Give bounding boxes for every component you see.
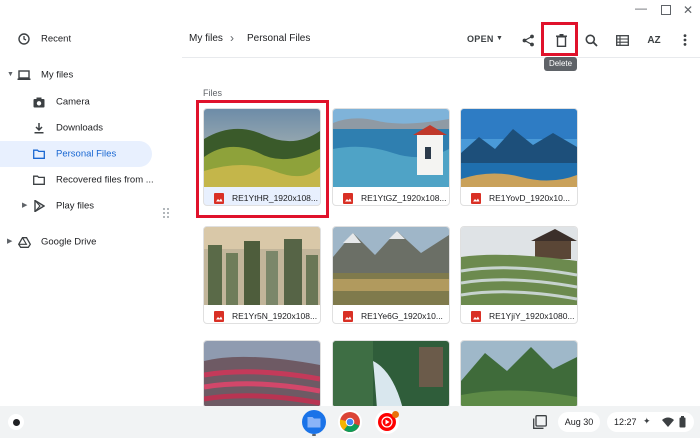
sidebar-item-play-files[interactable]: ▶ Play files bbox=[0, 193, 160, 219]
close-button[interactable]: ✕ bbox=[680, 2, 696, 18]
image-thumbnail bbox=[461, 227, 577, 305]
battery-icon bbox=[679, 416, 686, 428]
file-tile[interactable] bbox=[332, 340, 450, 408]
image-thumbnail bbox=[204, 341, 320, 407]
wifi-icon bbox=[662, 417, 674, 427]
laptop-icon bbox=[17, 68, 31, 82]
delete-tooltip: Delete bbox=[544, 57, 577, 71]
sidebar-item-label: Recovered files from ... bbox=[56, 174, 154, 186]
sidebar-item-my-files[interactable]: ▼ My files bbox=[0, 62, 160, 88]
sidebar: Recent ▼ My files Camera Downloads Perso… bbox=[0, 22, 160, 406]
folder-icon bbox=[32, 173, 46, 187]
search-icon[interactable] bbox=[580, 29, 602, 51]
sidebar-item-google-drive[interactable]: ▶ Google Drive bbox=[0, 229, 160, 255]
list-view-icon[interactable] bbox=[611, 29, 633, 51]
file-tile[interactable] bbox=[460, 340, 578, 408]
image-file-icon bbox=[343, 193, 353, 204]
image-thumbnail bbox=[333, 341, 449, 407]
image-file-icon bbox=[471, 193, 481, 204]
date-tray[interactable]: Aug 30 bbox=[558, 412, 600, 432]
toolbar: My files › Personal Files OPEN ▼ AZ bbox=[182, 22, 700, 58]
play-store-icon bbox=[32, 199, 46, 213]
image-file-icon bbox=[471, 311, 481, 322]
image-thumbnail bbox=[333, 227, 449, 305]
sidebar-item-label: Play files bbox=[56, 200, 95, 212]
file-name: RE1Yr5N_1920x108... bbox=[232, 311, 318, 321]
image-file-icon bbox=[214, 311, 224, 322]
sidebar-item-label: Recent bbox=[41, 33, 72, 45]
sidebar-item-label: Downloads bbox=[56, 122, 103, 134]
image-thumbnail bbox=[333, 109, 449, 187]
status-tray[interactable]: 12:27 ✦ bbox=[607, 412, 694, 432]
folder-icon bbox=[32, 147, 46, 161]
image-file-icon bbox=[343, 311, 353, 322]
files-section-label: Files bbox=[203, 88, 223, 98]
breadcrumb-my-files[interactable]: My files bbox=[189, 33, 223, 44]
file-tile[interactable]: RE1YovD_1920x10... bbox=[460, 108, 578, 206]
running-indicator bbox=[312, 434, 316, 436]
sidebar-item-label: Personal Files bbox=[56, 148, 117, 160]
minimize-button[interactable]: — bbox=[633, 0, 649, 16]
notification-badge bbox=[392, 411, 399, 418]
sidebar-item-recovered-files[interactable]: Recovered files from ... bbox=[0, 167, 160, 193]
file-tile[interactable]: RE1YtGZ_1920x108... bbox=[332, 108, 450, 206]
share-icon[interactable] bbox=[517, 29, 539, 51]
sidebar-item-label: Google Drive bbox=[41, 236, 97, 248]
clock-icon bbox=[17, 32, 31, 46]
screen-capture-icon[interactable] bbox=[530, 412, 550, 432]
clock-time: 12:27 bbox=[614, 417, 637, 427]
expanded-arrow-icon[interactable]: ▼ bbox=[7, 71, 15, 79]
breadcrumb-separator: › bbox=[230, 31, 234, 45]
sparkle-icon: ✦ bbox=[643, 416, 651, 426]
sort-button[interactable]: AZ bbox=[643, 29, 665, 51]
google-drive-icon bbox=[17, 235, 31, 249]
file-name: RE1YtGZ_1920x108... bbox=[361, 193, 447, 203]
file-tile[interactable]: RE1YjiY_1920x1080... bbox=[460, 226, 578, 324]
image-thumbnail bbox=[461, 341, 577, 407]
file-tile[interactable] bbox=[203, 340, 321, 408]
open-dropdown-icon[interactable]: ▼ bbox=[496, 35, 503, 42]
sidebar-resize-handle[interactable] bbox=[163, 208, 169, 220]
sidebar-item-label: Camera bbox=[56, 96, 90, 108]
file-tile[interactable]: RE1Yr5N_1920x108... bbox=[203, 226, 321, 324]
sidebar-item-personal-files[interactable]: Personal Files bbox=[0, 141, 152, 167]
maximize-button[interactable] bbox=[658, 2, 674, 18]
more-options-icon[interactable] bbox=[674, 29, 696, 51]
file-name: RE1YovD_1920x10... bbox=[489, 193, 570, 203]
shelf: Aug 30 12:27 ✦ bbox=[0, 406, 700, 438]
selection-highlight-box bbox=[196, 100, 329, 218]
launcher-button[interactable] bbox=[8, 414, 24, 430]
collapsed-arrow-icon[interactable]: ▶ bbox=[22, 202, 30, 210]
chrome-icon[interactable] bbox=[338, 410, 362, 434]
sidebar-item-downloads[interactable]: Downloads bbox=[0, 115, 160, 141]
collapsed-arrow-icon[interactable]: ▶ bbox=[7, 238, 15, 246]
delete-highlight-box bbox=[541, 22, 578, 56]
sidebar-item-label: My files bbox=[41, 69, 74, 81]
files-app-icon[interactable] bbox=[302, 410, 326, 434]
file-name: RE1YjiY_1920x1080... bbox=[489, 311, 575, 321]
title-bar: — ✕ bbox=[0, 0, 700, 22]
download-icon bbox=[32, 121, 46, 135]
image-thumbnail bbox=[204, 227, 320, 305]
file-tile[interactable]: RE1Ye6G_1920x10... bbox=[332, 226, 450, 324]
sidebar-item-recent[interactable]: Recent bbox=[0, 26, 160, 52]
file-name: RE1Ye6G_1920x10... bbox=[361, 311, 443, 321]
open-button[interactable]: OPEN bbox=[467, 34, 494, 44]
image-thumbnail bbox=[461, 109, 577, 187]
sidebar-item-camera[interactable]: Camera bbox=[0, 89, 160, 115]
breadcrumb-personal-files[interactable]: Personal Files bbox=[247, 33, 310, 44]
camera-folder-icon bbox=[32, 95, 46, 109]
